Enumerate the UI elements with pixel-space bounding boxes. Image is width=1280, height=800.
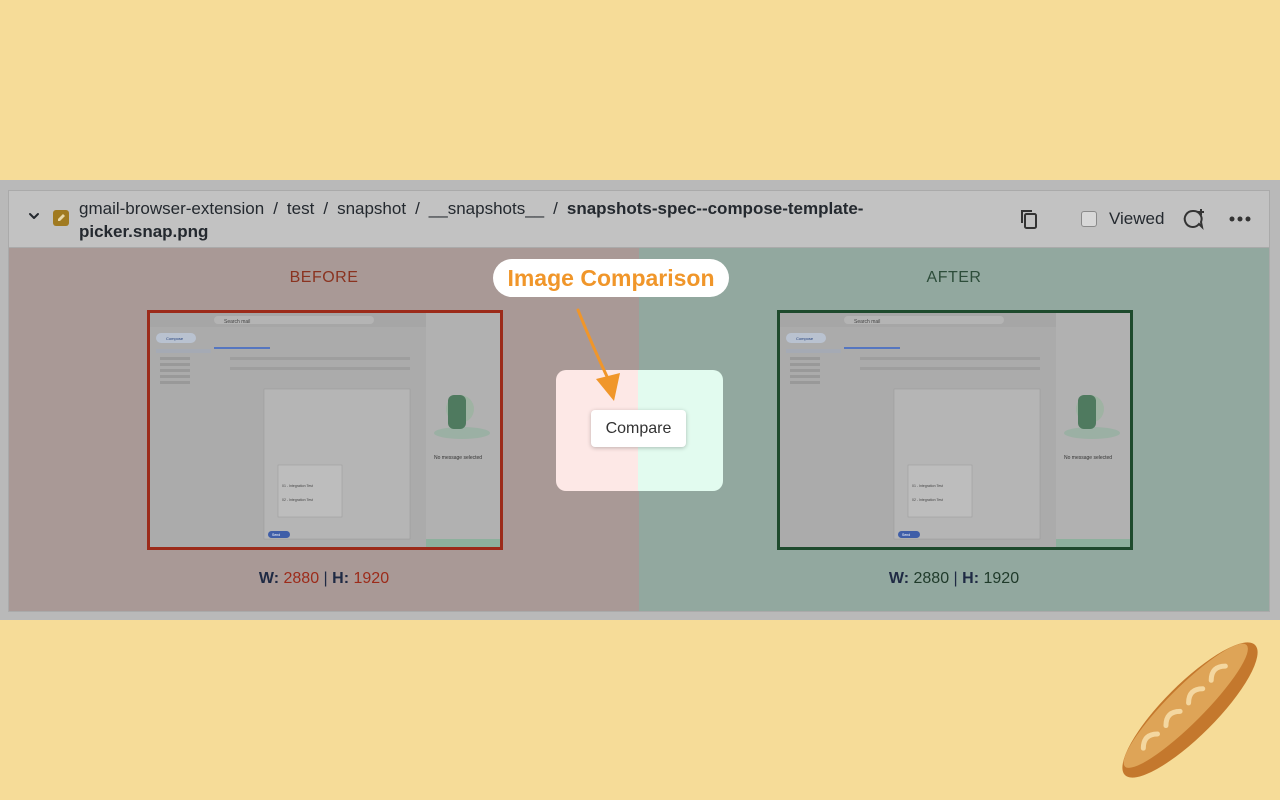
svg-text:Compose: Compose — [166, 336, 184, 341]
add-comment-icon[interactable] — [1181, 207, 1207, 231]
file-header: gmail-browser-extension / test / snapshot / __… — [9, 191, 1269, 248]
baguette-icon — [1122, 642, 1258, 778]
svg-text:Send: Send — [902, 533, 910, 537]
svg-text:01 - Integration Test: 01 - Integration Test — [282, 484, 313, 488]
svg-text:Send: Send — [272, 533, 280, 537]
after-image[interactable]: Search mail Compose 01 - Integration Tes… — [777, 310, 1133, 550]
path-segment: gmail-browser-extension — [79, 199, 265, 218]
compare-button[interactable]: Compare — [591, 410, 686, 447]
viewed-checkbox[interactable] — [1081, 211, 1097, 227]
svg-text:Compose: Compose — [796, 336, 814, 341]
svg-text:No message selected: No message selected — [434, 455, 482, 461]
svg-text:Search mail: Search mail — [854, 319, 880, 325]
file-modified-icon — [53, 210, 69, 226]
path-segment: test — [286, 199, 315, 218]
after-label: AFTER — [926, 269, 982, 286]
path-segment: snapshot — [337, 199, 407, 218]
svg-text:Search mail: Search mail — [224, 319, 250, 325]
file-path[interactable]: gmail-browser-extension / test / snapshot / __… — [79, 197, 939, 243]
copy-icon[interactable] — [1017, 207, 1041, 231]
arrow-icon — [576, 308, 620, 401]
after-dimensions: W: 2880 | H: 1920 — [888, 570, 1020, 587]
viewed-toggle[interactable]: Viewed — [1081, 207, 1164, 231]
svg-text:01 - Integration Test: 01 - Integration Test — [912, 484, 943, 488]
chevron-down-icon[interactable] — [27, 209, 41, 223]
svg-text:02 - Integration Test: 02 - Integration Test — [912, 498, 943, 502]
path-segment: __snapshots__ — [428, 199, 545, 218]
svg-text:No message selected: No message selected — [1064, 455, 1112, 461]
before-label: BEFORE — [289, 269, 359, 286]
svg-text:02 - Integration Test: 02 - Integration Test — [282, 498, 313, 502]
before-image[interactable]: Search mail Compose 01 - Integration Tes… — [147, 310, 503, 550]
before-dimensions: W: 2880 | H: 1920 — [258, 570, 390, 587]
more-options-icon[interactable] — [1227, 207, 1253, 231]
image-comparison-callout: Image Comparison — [493, 259, 729, 297]
viewed-label: Viewed — [1109, 209, 1165, 228]
